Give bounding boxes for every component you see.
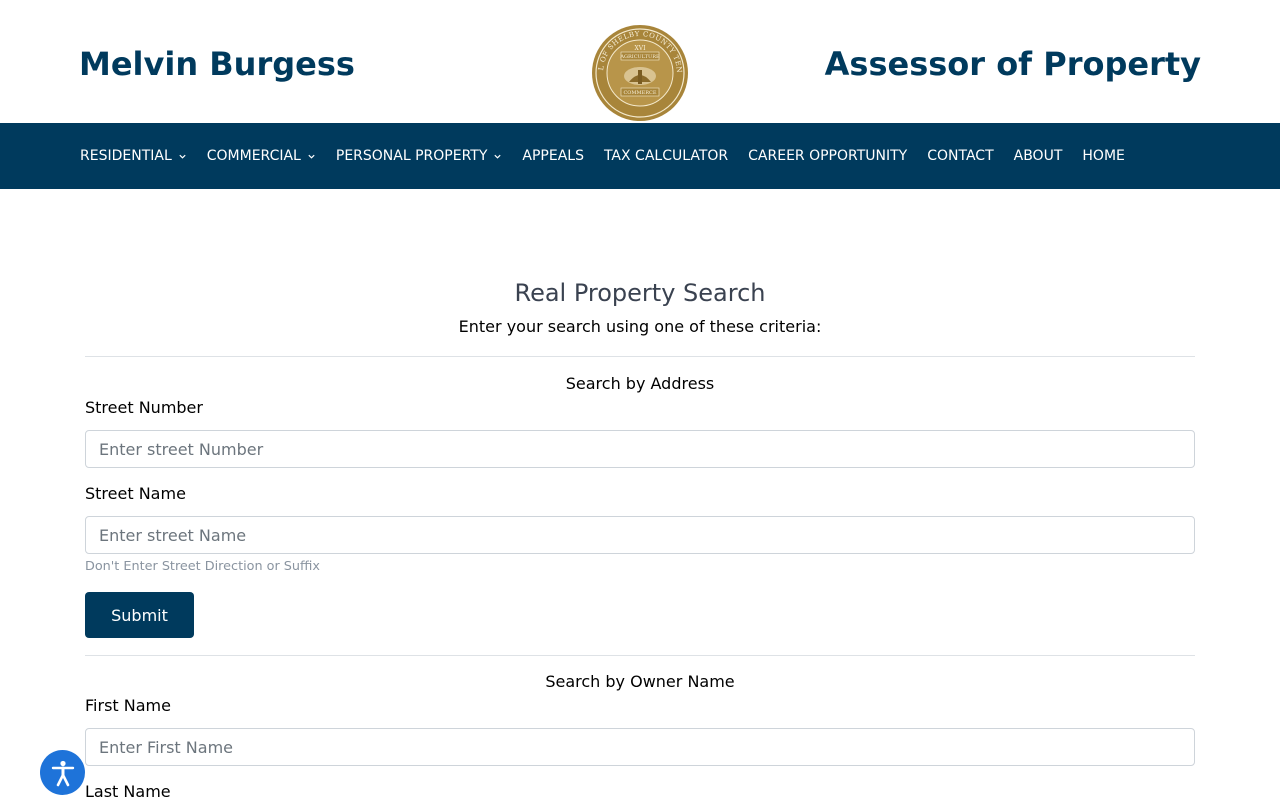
seal-text-bottom: COMMERCE: [623, 90, 656, 96]
first-name-input[interactable]: [85, 728, 1195, 766]
nav-item-label: CONTACT: [927, 148, 994, 164]
chevron-down-icon: [494, 154, 502, 159]
shelby-county-seal-icon: THE SEAL OF SHELBY COUNTY TENNESSEE XVI …: [591, 24, 688, 121]
divider: [85, 655, 1195, 656]
divider: [85, 356, 1195, 357]
nav-item-label: HOME: [1082, 148, 1125, 164]
nav-item-label: TAX CALCULATOR: [603, 148, 729, 164]
nav-item-home[interactable]: HOME: [1082, 148, 1124, 164]
office-title: Assessor of Property: [824, 45, 1201, 83]
address-section-title: Search by Address: [565, 374, 715, 393]
official-name: Melvin Burgess: [79, 45, 355, 83]
street-number-label: Street Number: [85, 398, 203, 417]
site-header: Melvin Burgess THE SEAL OF SHELBY COUNTY…: [0, 0, 1280, 123]
nav-item-commercial[interactable]: COMMERCIAL: [207, 148, 316, 164]
nav-item-label: CAREER OPPORTUNITY: [748, 148, 908, 164]
seal-text-mid: AGRICULTURE: [619, 54, 660, 60]
nav-item-label: APPEALS: [522, 148, 584, 164]
chevron-down-icon: [179, 154, 186, 159]
nav-item-label: PERSONAL PROPERTY: [335, 148, 488, 164]
nav-item-tax-calculator[interactable]: TAX CALCULATOR: [604, 148, 728, 164]
street-name-hint: Don't Enter Street Direction or Suffix: [85, 559, 320, 574]
page-title: Real Property Search: [514, 279, 766, 307]
nav-item-about[interactable]: ABOUT: [1014, 148, 1063, 164]
nav-item-contact[interactable]: CONTACT: [927, 148, 993, 164]
street-name-label: Street Name: [85, 484, 186, 503]
nav-item-label: COMMERCIAL: [206, 148, 301, 164]
last-name-label: Last Name: [85, 782, 171, 800]
first-name-label: First Name: [85, 696, 171, 715]
nav-item-appeals[interactable]: APPEALS: [522, 148, 584, 164]
nav-item-label: RESIDENTIAL: [80, 148, 172, 164]
street-name-input[interactable]: [85, 516, 1195, 554]
chevron-down-icon: [308, 154, 315, 159]
nav-item-residential[interactable]: RESIDENTIAL: [80, 148, 187, 164]
nav-item-personal-property[interactable]: PERSONAL PROPERTY: [336, 148, 503, 164]
owner-section-title: Search by Owner Name: [545, 672, 735, 691]
nav-item-career-opportunity[interactable]: CAREER OPPORTUNITY: [748, 148, 907, 164]
accessibility-icon: [51, 760, 74, 786]
street-number-input[interactable]: [85, 430, 1195, 468]
nav-item-label: ABOUT: [1013, 148, 1063, 164]
accessibility-button[interactable]: [40, 750, 85, 795]
search-instructions: Enter your search using one of these cri…: [458, 317, 822, 336]
submit-button[interactable]: Submit: [85, 592, 194, 638]
main-navbar: RESIDENTIAL COMMERCIAL PERSONAL PROPERTY AP…: [0, 123, 1280, 189]
seal-numeral: XVI: [635, 45, 647, 52]
